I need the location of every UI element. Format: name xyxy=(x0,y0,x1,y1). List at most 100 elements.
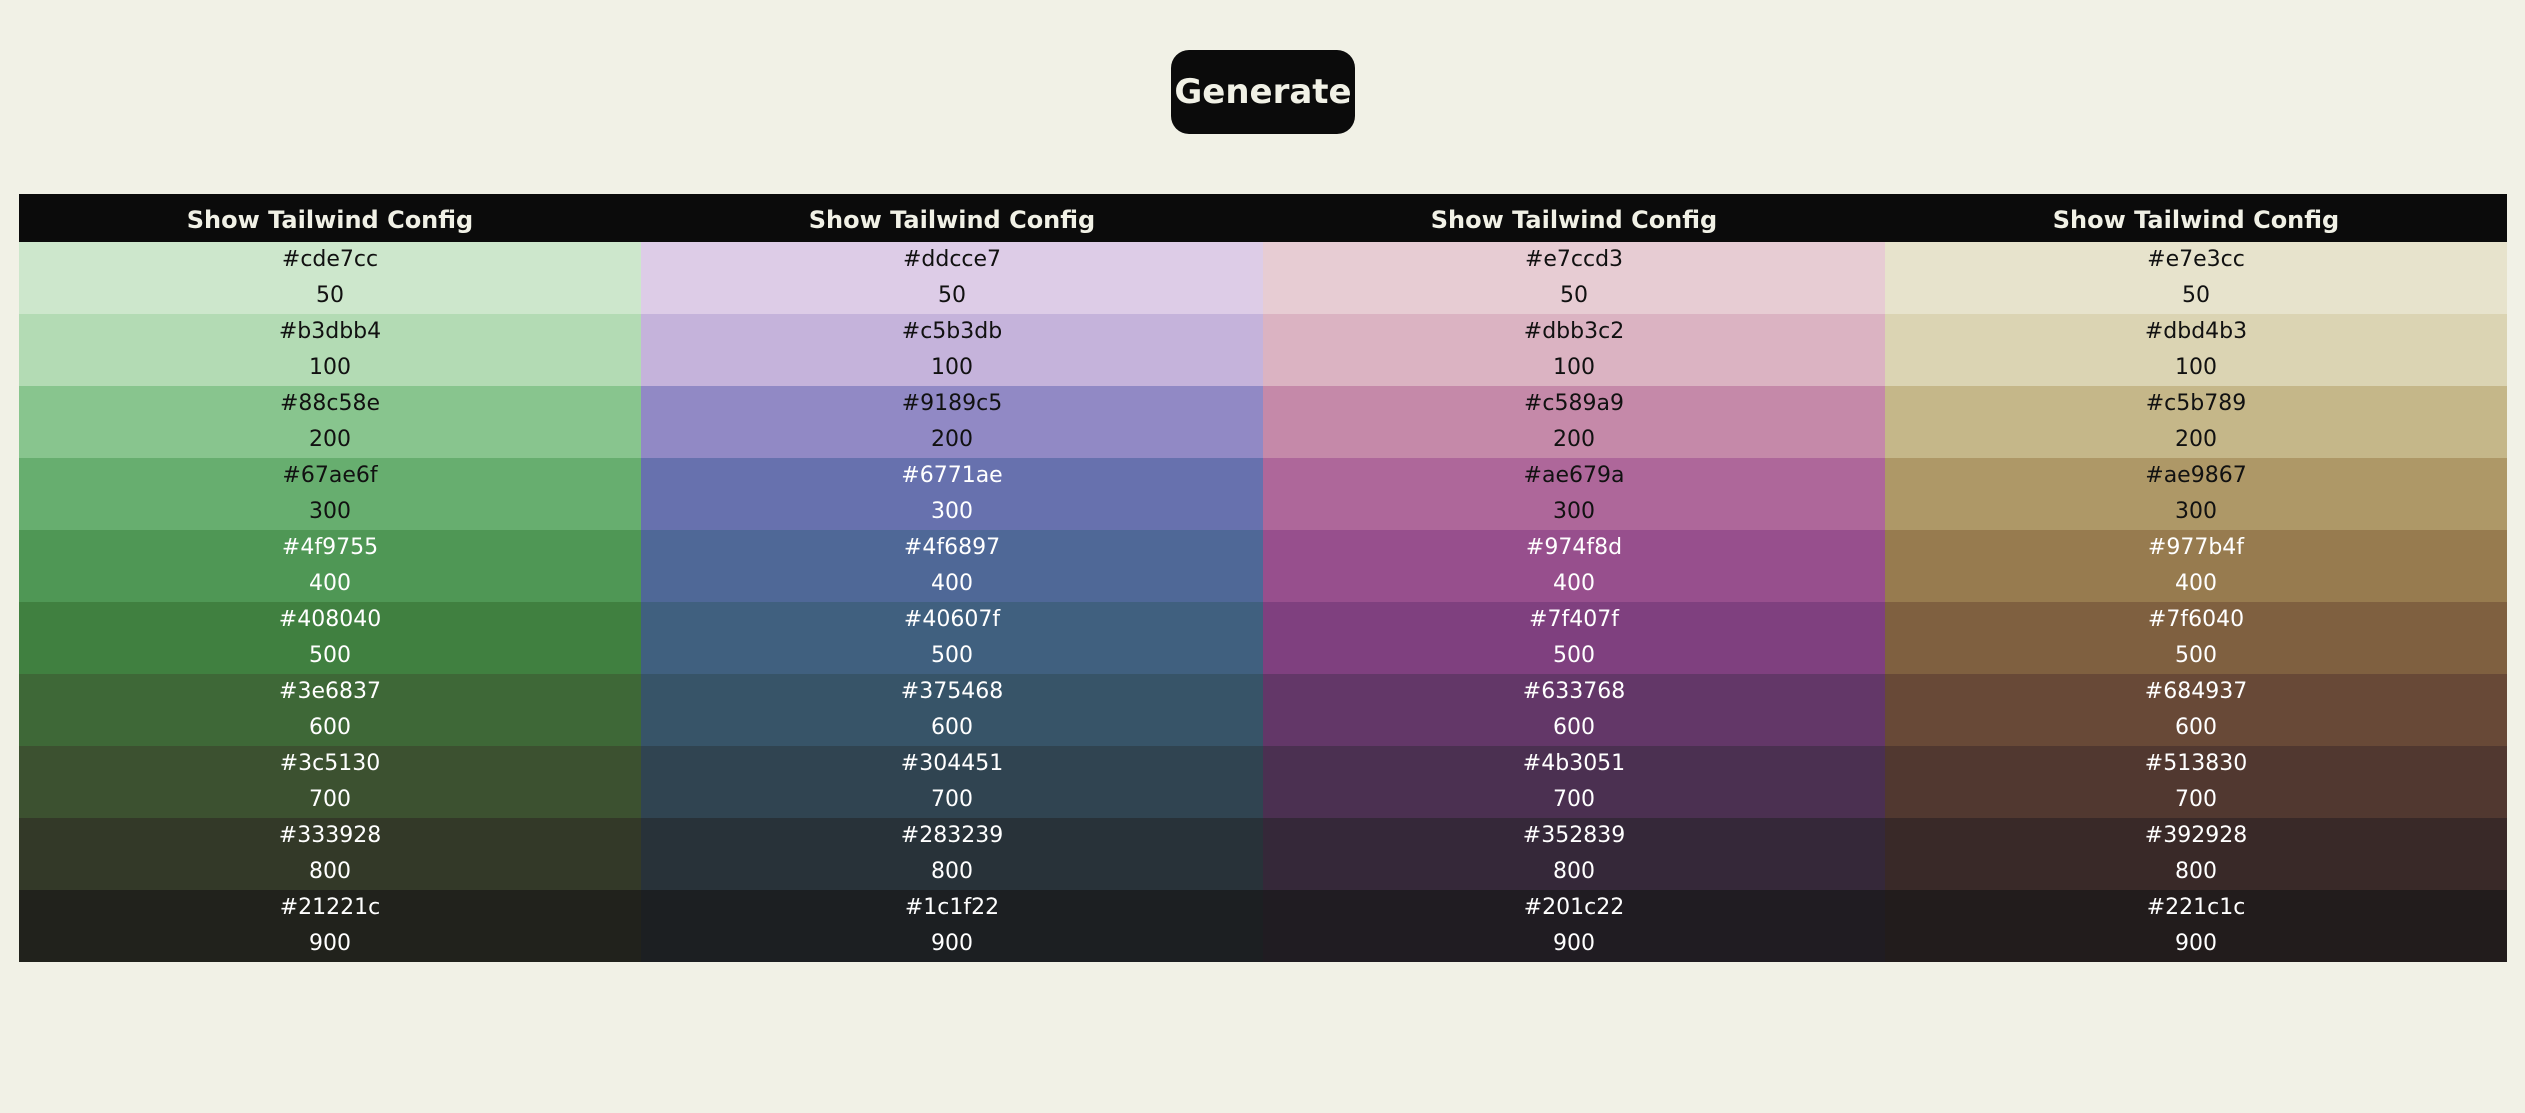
color-swatch: #3e6837 600 xyxy=(19,674,641,746)
color-swatch: #c5b789 200 xyxy=(1885,386,2507,458)
swatch-shade: 100 xyxy=(931,355,973,380)
show-tailwind-config-button[interactable]: Show Tailwind Config xyxy=(1263,194,1885,242)
swatch-shade: 400 xyxy=(2175,571,2217,596)
swatch-shade: 900 xyxy=(2175,931,2217,956)
swatch-shade: 400 xyxy=(309,571,351,596)
swatch-shade: 400 xyxy=(931,571,973,596)
swatch-hex: #88c58e xyxy=(279,391,381,416)
color-swatch: #ae9867 300 xyxy=(1885,458,2507,530)
swatch-shade: 50 xyxy=(2182,283,2210,308)
palette-column: Show Tailwind Config #ddcce7 50 #c5b3db 10… xyxy=(641,194,1263,962)
color-swatch: #513830 700 xyxy=(1885,746,2507,818)
swatch-shade: 600 xyxy=(1553,715,1595,740)
color-swatch: #1c1f22 900 xyxy=(641,890,1263,962)
swatch-hex: #c589a9 xyxy=(1524,391,1624,416)
swatch-hex: #304451 xyxy=(900,751,1004,776)
show-tailwind-config-button[interactable]: Show Tailwind Config xyxy=(19,194,641,242)
swatch-shade: 800 xyxy=(2175,859,2217,884)
swatch-hex: #408040 xyxy=(278,607,382,632)
swatch-hex: #283239 xyxy=(900,823,1004,848)
swatch-shade: 500 xyxy=(931,643,973,668)
swatch-hex: #7f407f xyxy=(1529,607,1619,632)
swatch-hex: #3e6837 xyxy=(279,679,381,704)
swatch-hex: #4f6897 xyxy=(903,535,1001,560)
color-swatch: #6771ae 300 xyxy=(641,458,1263,530)
palette-column: Show Tailwind Config #e7ccd3 50 #dbb3c2 10… xyxy=(1263,194,1885,962)
palette-column: Show Tailwind Config #cde7cc 50 #b3dbb4 10… xyxy=(19,194,641,962)
swatch-shade: 200 xyxy=(1553,427,1595,452)
swatch-hex: #ddcce7 xyxy=(902,247,1002,272)
color-swatch: #9189c5 200 xyxy=(641,386,1263,458)
color-swatch: #7f6040 500 xyxy=(1885,602,2507,674)
swatch-shade: 900 xyxy=(931,931,973,956)
swatch-hex: #ae679a xyxy=(1523,463,1625,488)
color-swatch: #352839 800 xyxy=(1263,818,1885,890)
color-swatch: #b3dbb4 100 xyxy=(19,314,641,386)
color-swatch: #201c22 900 xyxy=(1263,890,1885,962)
show-tailwind-config-button[interactable]: Show Tailwind Config xyxy=(641,194,1263,242)
color-swatch: #ae679a 300 xyxy=(1263,458,1885,530)
swatch-hex: #3c5130 xyxy=(279,751,381,776)
swatch-hex: #6771ae xyxy=(901,463,1003,488)
swatch-hex: #dbb3c2 xyxy=(1523,319,1625,344)
swatch-shade: 800 xyxy=(309,859,351,884)
swatch-shade: 100 xyxy=(1553,355,1595,380)
swatch-hex: #40607f xyxy=(903,607,1001,632)
swatch-shade: 400 xyxy=(1553,571,1595,596)
swatch-hex: #67ae6f xyxy=(282,463,378,488)
swatch-hex: #cde7cc xyxy=(281,247,379,272)
color-swatch: #633768 600 xyxy=(1263,674,1885,746)
swatch-hex: #9189c5 xyxy=(901,391,1003,416)
color-swatch: #4f6897 400 xyxy=(641,530,1263,602)
swatch-hex: #c5b789 xyxy=(2145,391,2247,416)
color-swatch: #40607f 500 xyxy=(641,602,1263,674)
swatch-hex: #ae9867 xyxy=(2145,463,2247,488)
palette-column: Show Tailwind Config #e7e3cc 50 #dbd4b3 10… xyxy=(1885,194,2507,962)
color-swatch: #977b4f 400 xyxy=(1885,530,2507,602)
show-tailwind-config-button[interactable]: Show Tailwind Config xyxy=(1885,194,2507,242)
swatch-shade: 500 xyxy=(309,643,351,668)
swatch-shade: 800 xyxy=(931,859,973,884)
color-swatch: #e7ccd3 50 xyxy=(1263,242,1885,314)
color-swatch: #c5b3db 100 xyxy=(641,314,1263,386)
color-swatch: #408040 500 xyxy=(19,602,641,674)
swatch-shade: 200 xyxy=(2175,427,2217,452)
swatch-shade: 800 xyxy=(1553,859,1595,884)
swatch-shade: 300 xyxy=(931,499,973,524)
swatch-hex: #684937 xyxy=(2144,679,2248,704)
swatch-hex: #b3dbb4 xyxy=(278,319,382,344)
color-swatch: #4f9755 400 xyxy=(19,530,641,602)
swatch-hex: #977b4f xyxy=(2147,535,2245,560)
swatch-shade: 500 xyxy=(1553,643,1595,668)
swatch-shade: 700 xyxy=(931,787,973,812)
generate-button[interactable]: Generate xyxy=(1171,50,1355,134)
swatch-hex: #392928 xyxy=(2144,823,2248,848)
swatch-shade: 100 xyxy=(309,355,351,380)
swatch-shade: 50 xyxy=(938,283,966,308)
swatch-hex: #4f9755 xyxy=(281,535,379,560)
swatch-shade: 300 xyxy=(1553,499,1595,524)
color-swatch: #974f8d 400 xyxy=(1263,530,1885,602)
swatch-hex: #375468 xyxy=(900,679,1004,704)
swatch-shade: 50 xyxy=(1560,283,1588,308)
swatch-shade: 300 xyxy=(2175,499,2217,524)
swatch-hex: #1c1f22 xyxy=(904,895,1000,920)
color-swatch: #375468 600 xyxy=(641,674,1263,746)
swatch-hex: #633768 xyxy=(1522,679,1626,704)
swatch-shade: 700 xyxy=(2175,787,2217,812)
swatch-shade: 700 xyxy=(1553,787,1595,812)
color-swatch: #dbb3c2 100 xyxy=(1263,314,1885,386)
swatch-shade: 600 xyxy=(309,715,351,740)
swatch-shade: 200 xyxy=(931,427,973,452)
color-swatch: #684937 600 xyxy=(1885,674,2507,746)
swatch-shade: 500 xyxy=(2175,643,2217,668)
color-swatch: #c589a9 200 xyxy=(1263,386,1885,458)
swatch-hex: #4b3051 xyxy=(1522,751,1626,776)
color-swatch: #67ae6f 300 xyxy=(19,458,641,530)
swatch-shade: 600 xyxy=(931,715,973,740)
color-swatch: #7f407f 500 xyxy=(1263,602,1885,674)
swatch-hex: #974f8d xyxy=(1525,535,1623,560)
swatch-shade: 200 xyxy=(309,427,351,452)
swatch-shade: 50 xyxy=(316,283,344,308)
color-swatch: #88c58e 200 xyxy=(19,386,641,458)
